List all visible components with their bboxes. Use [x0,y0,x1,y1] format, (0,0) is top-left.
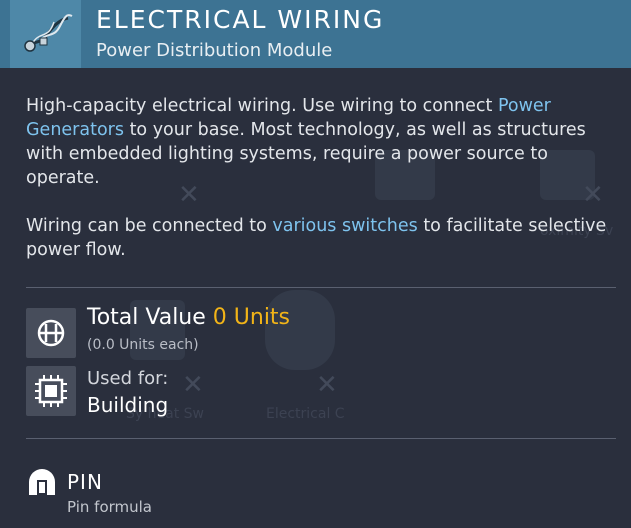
value-each: (0.0 Units each) [87,337,199,353]
units-currency-icon [26,308,76,358]
total-value-label: Total Value [87,305,213,330]
used-for-value: Building [87,393,169,417]
description-text: Wiring can be connected to [26,216,273,236]
item-header: ELECTRICAL WIRING Power Distribution Mod… [0,0,631,68]
description-paragraph: High-capacity electrical wiring. Use wir… [26,94,616,190]
background-wrench-icon: ✕ [316,370,338,400]
pin-formula-label: Pin formula [67,498,152,516]
divider [26,287,616,288]
various-switches-link[interactable]: various switches [272,216,417,236]
item-title: ELECTRICAL WIRING [96,5,385,34]
used-for-label: Used for: [87,368,169,389]
pin-icon[interactable] [26,466,58,498]
description-paragraph: Wiring can be connected to various switc… [26,214,616,262]
total-value-amount: 0 Units [212,305,291,330]
background-item-icon [265,290,335,370]
electrical-wiring-icon [10,0,81,68]
background-item-label: Electrical C [266,406,345,422]
item-subtitle: Power Distribution Module [96,40,333,61]
divider [26,438,616,439]
description-text: High-capacity electrical wiring. Use wir… [26,96,498,116]
background-wrench-icon: ✕ [182,370,204,400]
chip-icon [26,366,76,416]
pin-label[interactable]: PIN [67,470,103,494]
total-value: Total Value 0 Units [87,305,290,330]
item-description: High-capacity electrical wiring. Use wir… [26,94,616,286]
